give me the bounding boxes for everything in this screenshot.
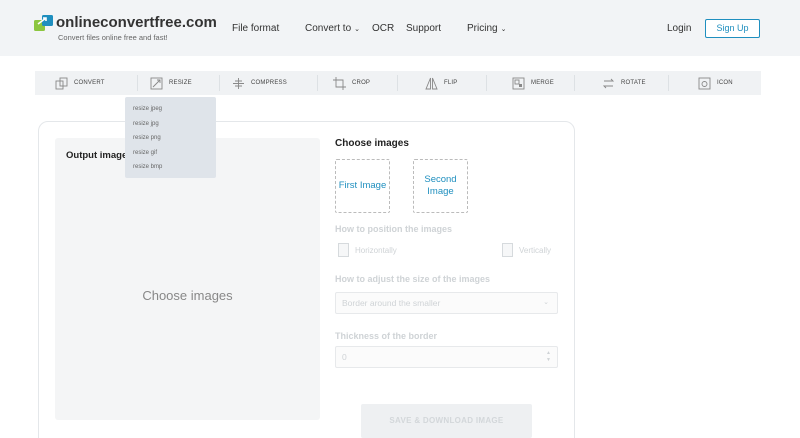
tool-compress-label: COMPRESS (251, 80, 287, 86)
preview-placeholder[interactable]: Choose images (55, 288, 320, 303)
convert-icon (55, 77, 68, 89)
nav-file-format[interactable]: File format (232, 23, 279, 34)
vertical-layout-icon (502, 243, 513, 257)
tool-resize-label: RESIZE (169, 80, 192, 86)
nav-convert-to-label: Convert to (305, 23, 352, 34)
logo-icon (34, 15, 53, 31)
tool-flip-label: FLIP (444, 80, 458, 86)
tool-convert[interactable]: CONVERT (55, 71, 105, 95)
stepper-icon[interactable]: ▲ ▼ (546, 350, 551, 364)
tool-merge[interactable]: MERGE (512, 71, 554, 95)
login-link[interactable]: Login (667, 23, 691, 34)
resize-option[interactable]: resize gif (125, 149, 216, 164)
flip-icon (425, 77, 438, 89)
compress-icon (233, 77, 244, 89)
nav-pricing[interactable]: Pricing ⌄ (467, 23, 506, 34)
first-image-label: First Image (338, 180, 387, 191)
output-preview (55, 138, 320, 420)
tool-icon[interactable]: ICON (698, 71, 733, 95)
adjust-size-value: Border around the smaller (342, 298, 441, 308)
tool-divider (317, 75, 318, 91)
site-header: onlineconvertfree.com Convert files onli… (0, 0, 800, 56)
tool-rotate[interactable]: ROTATE (602, 71, 646, 95)
adjust-title: How to adjust the size of the images (335, 274, 491, 284)
tool-resize[interactable]: RESIZE (150, 71, 192, 95)
output-label: Output image (66, 150, 128, 161)
resize-option[interactable]: resize bmp (125, 163, 216, 178)
tool-divider (574, 75, 575, 91)
tool-merge-label: MERGE (531, 80, 555, 86)
tool-compress[interactable]: COMPRESS (232, 71, 287, 95)
tool-divider (219, 75, 220, 91)
logo-tagline: Convert files online free and fast! (58, 33, 168, 42)
nav-convert-to[interactable]: Convert to ⌄ (305, 23, 360, 34)
resize-option[interactable]: resize jpeg (125, 105, 216, 120)
horizontal-label: Horizontally (355, 245, 397, 255)
resize-option[interactable]: resize jpg (125, 120, 216, 135)
tool-crop[interactable]: CROP (333, 71, 370, 95)
thickness-input[interactable]: 0 ▲ ▼ (335, 346, 558, 368)
resize-option[interactable]: resize png (125, 134, 216, 149)
first-image-upload[interactable]: First Image (335, 159, 390, 213)
resize-icon (150, 77, 163, 89)
tool-divider (137, 75, 138, 91)
tool-rotate-label: ROTATE (621, 80, 646, 86)
tool-divider (668, 75, 669, 91)
save-download-button[interactable]: SAVE & DOWNLOAD IMAGE (361, 404, 532, 438)
signup-button[interactable]: Sign Up (705, 19, 760, 38)
choose-images-title: Choose images (335, 138, 409, 149)
tool-bar: CONVERT RESIZE COMPRESS CROP FLIP MERGE … (35, 71, 761, 95)
logo-text: onlineconvertfree.com (56, 14, 217, 31)
second-image-upload[interactable]: Second Image (413, 159, 468, 213)
tool-flip[interactable]: FLIP (425, 71, 457, 95)
chevron-down-icon: ⌄ (543, 299, 549, 306)
thickness-value: 0 (342, 352, 347, 362)
tool-divider (486, 75, 487, 91)
vertical-label: Vertically (519, 245, 552, 255)
tool-divider (397, 75, 398, 91)
merge-icon (512, 77, 525, 89)
adjust-size-select[interactable]: Border around the smaller ⌄ (335, 292, 558, 314)
position-vertical-option[interactable]: Vertically (502, 243, 551, 257)
rotate-icon (602, 78, 615, 88)
tool-convert-label: CONVERT (74, 80, 105, 86)
chevron-down-icon: ⌄ (500, 26, 507, 33)
position-title: How to position the images (335, 224, 453, 234)
second-image-label: Second Image (424, 174, 457, 197)
tool-icon-label: ICON (717, 80, 733, 86)
crop-icon (333, 76, 346, 90)
nav-ocr[interactable]: OCR (372, 23, 394, 34)
nav-pricing-label: Pricing (467, 23, 498, 34)
chevron-down-icon: ⌄ (354, 26, 361, 33)
thickness-title: Thickness of the border (335, 331, 438, 341)
resize-dropdown: resize jpeg resize jpg resize png resize… (125, 97, 216, 178)
tool-crop-label: CROP (352, 80, 371, 86)
position-horizontal-option[interactable]: Horizontally (338, 243, 397, 257)
horizontal-layout-icon (338, 243, 349, 257)
nav-support[interactable]: Support (406, 23, 441, 34)
icon-icon (698, 77, 711, 89)
